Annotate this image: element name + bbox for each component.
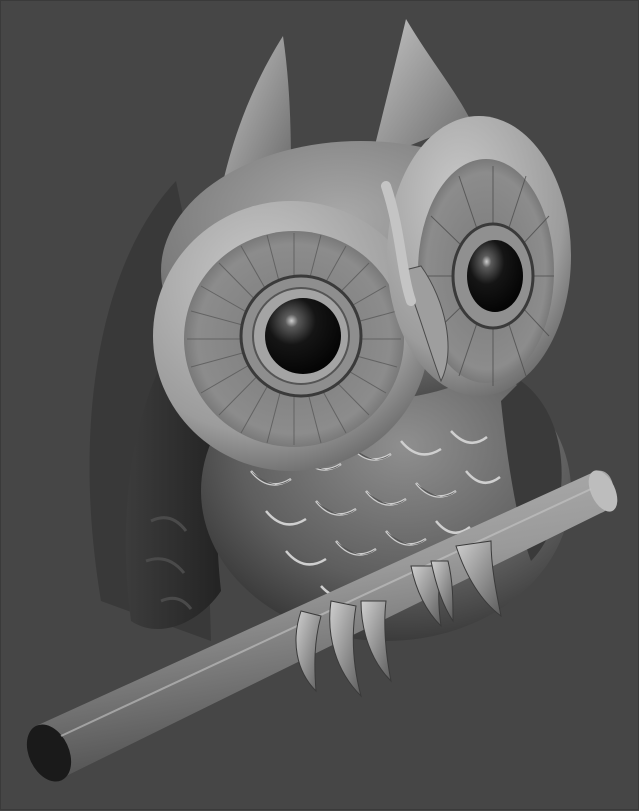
render-viewport[interactable] (0, 0, 639, 810)
owl-model-render (26, 19, 618, 782)
left-pupil (265, 298, 341, 374)
right-pupil (467, 240, 523, 312)
right-eye (387, 116, 571, 396)
